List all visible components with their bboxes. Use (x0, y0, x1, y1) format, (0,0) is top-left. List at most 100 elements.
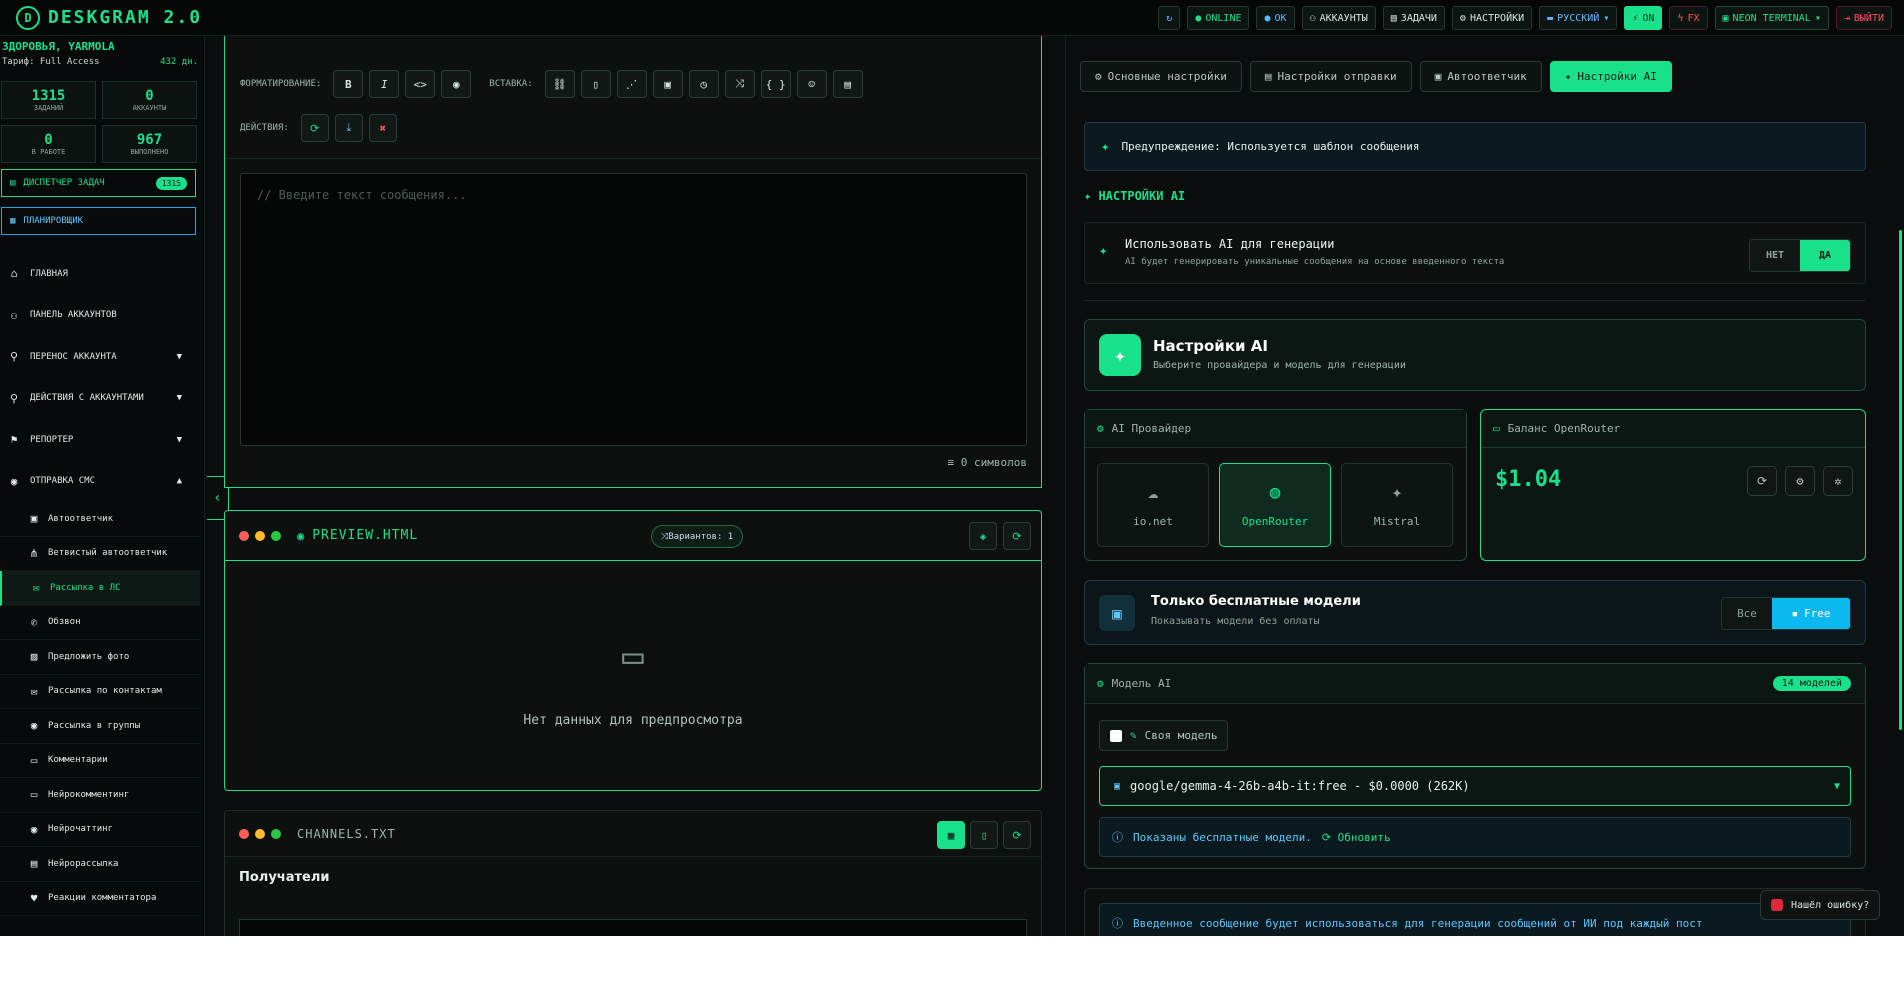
variants-badge[interactable]: ⤨ Вариантов: 1 (651, 525, 744, 548)
tab-autoresponder[interactable]: ▣ Автоответчик (1419, 61, 1542, 92)
phone-icon: ✆ (30, 615, 38, 629)
accounts-button[interactable]: ⚇ АККАУНТЫ (1301, 6, 1376, 30)
provider-openrouter[interactable]: ◍ OpenRouter (1219, 463, 1331, 547)
scheduler-button[interactable]: ▦ ПЛАНИРОВЩИК (1, 207, 196, 235)
preview-refresh-button[interactable]: ⟳ (1003, 522, 1031, 550)
stat-in-progress[interactable]: 0В РАБОТЕ (1, 125, 96, 163)
balance-config-button[interactable]: ✲ (1823, 466, 1853, 496)
sidebar-sub-comments[interactable]: ▭ Комментарии (0, 744, 200, 778)
preview-title: PREVIEW.HTML (312, 528, 419, 543)
stat-completed[interactable]: 967 ВЫПОЛНЕНО (102, 125, 197, 163)
insert-share-button[interactable]: ⋰ (616, 70, 647, 98)
app-title: DESKGRAM 2.0 (48, 7, 203, 28)
sidebar-item-accounts-panel[interactable]: ⚇ ПАНЕЛЬ АККАУНТОВ (0, 295, 204, 337)
provider-ionet[interactable]: ☁ io.net (1097, 463, 1209, 547)
fx-toggle[interactable]: ϟ FX (1669, 6, 1708, 30)
model-select[interactable]: ▣ google/gemma-4-26b-a4b-it:free - $0.00… (1099, 766, 1851, 806)
settings-button[interactable]: ⚙ НАСТРОЙКИ (1451, 6, 1533, 30)
template-warning: ✦ Предупреждение: Используется шаблон со… (1084, 122, 1866, 171)
logout-button[interactable]: ⇥ ВЫЙТИ (1835, 6, 1892, 30)
balance-refresh-button[interactable]: ⟳ (1747, 466, 1777, 496)
sync-button[interactable]: ⟳ (300, 114, 329, 142)
insert-link-button[interactable]: ⛓ (544, 70, 575, 98)
task-dispatcher-button[interactable]: ▤ ДИСПЕТЧЕР ЗАДАЧ 1315 (1, 169, 196, 197)
refresh-button[interactable]: ↻ (1158, 6, 1181, 30)
spoiler-button[interactable]: ◉ (441, 70, 472, 98)
sidebar-sub-reactions[interactable]: ♥ Реакции комментатора (0, 882, 200, 916)
stat-tasks[interactable]: 1315 ЗАДАНИЙ (1, 81, 96, 119)
insert-time-button[interactable]: ◷ (688, 70, 719, 98)
sidebar-item-account-transfer[interactable]: ⚲ ПЕРЕНОС АККАУНТА ▼ (0, 336, 204, 378)
balance-settings-button[interactable]: ⚙ (1785, 466, 1815, 496)
stat-accounts[interactable]: 0 АККАУНТЫ (102, 81, 197, 119)
save-button[interactable]: ⤓ (334, 114, 363, 142)
tab-basic-settings[interactable]: ⚙ Основные настройки (1080, 61, 1242, 92)
stats-grid: 1315 ЗАДАНИЙ 0 АККАУНТЫ 0В РАБОТЕ 967 ВЫПОЛ… (0, 67, 204, 163)
logout-icon: ⇥ (1843, 12, 1850, 24)
sidebar-sub-contacts-mailing[interactable]: ✉ Рассылка по контактам (0, 675, 200, 709)
theme-select[interactable]: ▣ NEON TERMINAL ▾ (1714, 6, 1829, 30)
code-button[interactable]: <> (405, 70, 436, 98)
language-select[interactable]: ▬ РУССКИЙ ▾ (1539, 6, 1618, 30)
sidebar-item-reporter[interactable]: ⚑ РЕПОРТЕР ▼ (0, 419, 204, 461)
italic-button[interactable]: I (369, 70, 400, 98)
preview-panel: ◉ PREVIEW.HTML ⤨ Вариантов: 1 ◈ ⟳ ▭ Нет … (224, 510, 1042, 791)
insert-file-button[interactable]: ▯ (580, 70, 611, 98)
logo[interactable]: D DESKGRAM 2.0 (0, 5, 203, 30)
delete-button[interactable]: ✖ (368, 114, 397, 142)
sidebar-sub-neuromailing[interactable]: ▤ Нейрорассылка (0, 847, 200, 882)
message-textarea[interactable]: // Введите текст сообщения... (240, 173, 1027, 446)
chevron-down-icon: ▼ (176, 434, 182, 445)
all-models-option[interactable]: Все (1722, 598, 1772, 629)
free-models-row: ▣ Только бесплатные модели Показывать мо… (1084, 580, 1866, 645)
sidebar-sub-dm-mailing[interactable]: ✉ Рассылка в ЛС (0, 571, 200, 606)
insert-random-button[interactable]: ⤨ (724, 70, 755, 98)
preview-empty-text: Нет данных для предпросмотра (523, 713, 743, 728)
provider-mistral[interactable]: ✦ Mistral (1341, 463, 1453, 547)
insert-emoji-button[interactable]: ☺ (796, 70, 827, 98)
window-dot-red (239, 530, 249, 541)
insert-bot-button[interactable]: ▣ (652, 70, 683, 98)
bold-button[interactable]: B (333, 70, 364, 98)
channels-excel-button[interactable]: ▦ (937, 821, 965, 849)
effects-on-toggle[interactable]: ⚡ ON (1624, 6, 1663, 30)
ai-model-panel: ⚙ Модель AI 14 моделей ✎ Своя модель ▣ go… (1084, 663, 1866, 869)
channels-refresh-button[interactable]: ⟳ (1003, 821, 1031, 849)
logo-icon: D (16, 5, 40, 30)
cloud-icon: ☁ (1147, 482, 1159, 503)
sidebar-nav: ⌂ ГЛАВНАЯ ⚇ ПАНЕЛЬ АККАУНТОВ ⚲ ПЕРЕНОС АККА… (0, 235, 204, 916)
scrollbar[interactable] (1899, 230, 1902, 730)
tasks-button[interactable]: ▤ ЗАДАЧИ (1382, 6, 1445, 30)
palette-button[interactable]: ◈ (969, 522, 997, 550)
sidebar-sub-groups-mailing[interactable]: ◉ Рассылка в группы (0, 709, 200, 744)
checkbox[interactable] (1110, 729, 1122, 742)
sidebar-sub-suggest-photo[interactable]: ▨ Предложить фото (0, 640, 200, 675)
tab-ai-settings[interactable]: ✦ Настройки AI (1549, 61, 1672, 92)
window-dot-green (271, 828, 281, 839)
free-models-option[interactable]: ▪ Free (1772, 598, 1850, 629)
ai-note-panel: ⓘ Введенное сообщение будет использовать… (1084, 888, 1866, 936)
status-dot-icon: ● (1264, 12, 1271, 24)
insert-variable-button[interactable]: { } (760, 70, 791, 98)
insert-card-button[interactable]: ▤ (832, 70, 863, 98)
sidebar-sub-neurochatting[interactable]: ◉ Нейрочаттинг (0, 813, 200, 847)
toggle-yes-option[interactable]: ДА (1800, 240, 1850, 271)
refresh-icon: ⟳ (1756, 474, 1768, 488)
sidebar-sub-autoresponder[interactable]: ▣ Автоответчик (0, 502, 200, 537)
sidebar-sub-branch-autoresponder[interactable]: ⋔ Ветвистый автоответчик (0, 537, 200, 571)
sidebar-sub-calling[interactable]: ✆ Обзвон (0, 606, 200, 640)
divider (1084, 300, 1866, 301)
sidebar-item-sms[interactable]: ◉ ОТПРАВКА СМС ▲ (0, 461, 204, 503)
refresh-models-link[interactable]: ⟳ Обновить (1322, 831, 1391, 844)
sidebar-item-home[interactable]: ⌂ ГЛАВНАЯ (0, 253, 204, 295)
toggle-no-option[interactable]: НЕТ (1750, 240, 1800, 271)
tab-send-settings[interactable]: ▤ Настройки отправки (1249, 61, 1412, 92)
user-actions-icon: ⚲ (9, 391, 19, 405)
comment-icon: ▭ (30, 753, 38, 767)
recipients-input[interactable] (239, 919, 1027, 936)
report-bug-button[interactable]: Нашёл ошибку? (1760, 890, 1881, 920)
custom-model-checkbox[interactable]: ✎ Своя модель (1099, 720, 1229, 751)
channels-import-button[interactable]: ▯ (970, 821, 998, 849)
sidebar-sub-neurocommenting[interactable]: ▭ Нейрокомментинг (0, 778, 200, 813)
sidebar-item-account-actions[interactable]: ⚲ ДЕЙСТВИЯ С АККАУНТАМИ ▼ (0, 378, 204, 420)
